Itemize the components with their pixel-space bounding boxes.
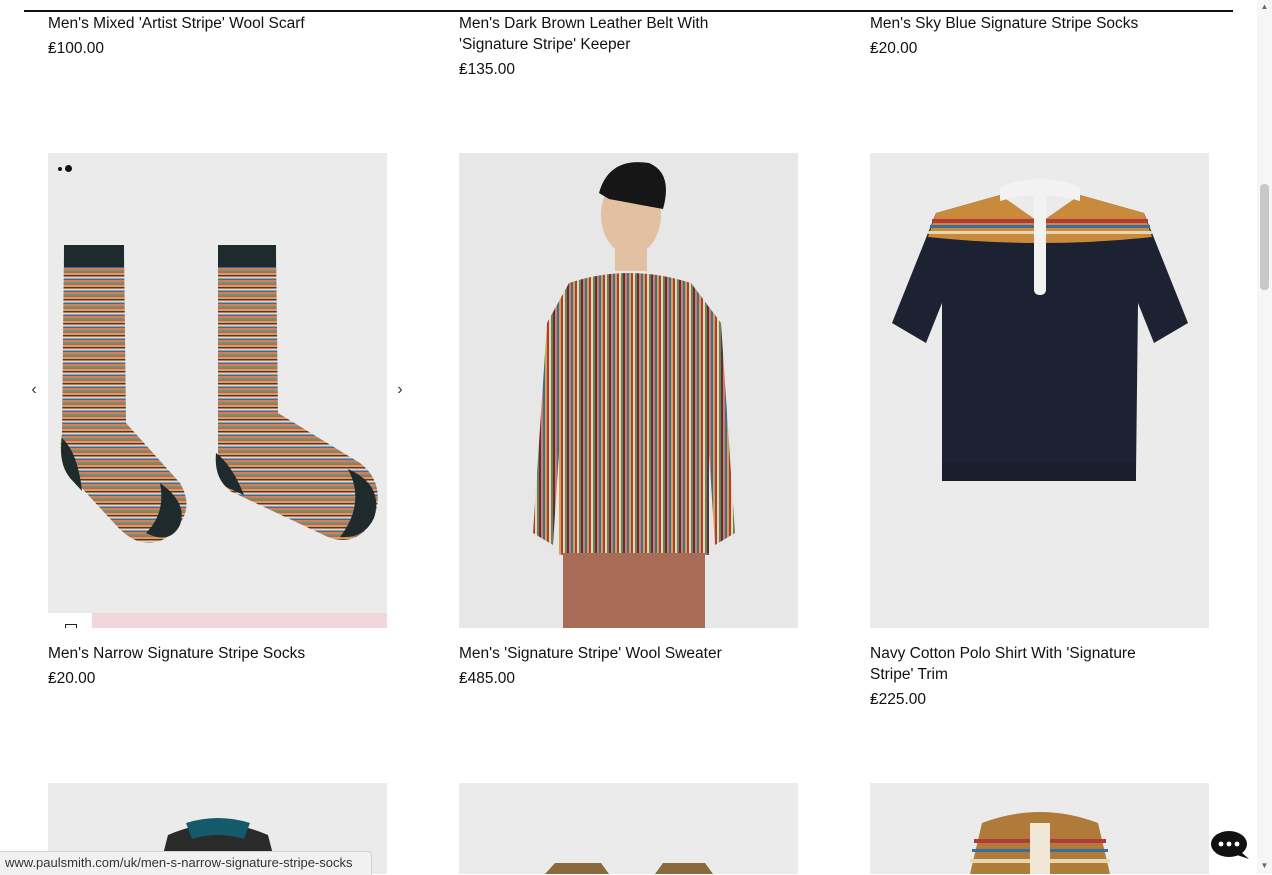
product-price: ₤485.00 <box>459 670 516 687</box>
product-image-row3-3[interactable] <box>870 783 1209 874</box>
product-price: ₤20.00 <box>870 40 918 57</box>
product-card[interactable]: Men's Sky Blue Signature Stripe Socks ₤2… <box>870 13 1209 59</box>
product-card[interactable]: Men's Mixed 'Artist Stripe' Wool Scarf ₤… <box>48 13 387 59</box>
striped-polo-image <box>970 812 1110 874</box>
product-image-polo[interactable] <box>870 153 1209 628</box>
product-card[interactable]: Men's Dark Brown Leather Belt With 'Sign… <box>459 13 798 80</box>
product-image-sweater[interactable] <box>459 153 798 628</box>
quick-add-bar[interactable] <box>48 613 387 628</box>
chevron-right-icon[interactable]: › <box>393 382 407 398</box>
scroll-up-icon[interactable]: ▲ <box>1260 2 1269 11</box>
chevron-left-icon[interactable]: ‹ <box>27 382 41 398</box>
product-name[interactable]: Men's Mixed 'Artist Stripe' Wool Scarf <box>48 13 387 34</box>
product-name[interactable]: Men's Narrow Signature Stripe Socks <box>48 643 387 664</box>
product-name[interactable]: Navy Cotton Polo Shirt With 'Signature S… <box>870 643 1170 685</box>
striped-socks-image <box>60 245 378 543</box>
chat-icon[interactable] <box>1211 830 1251 860</box>
product-price: ₤225.00 <box>870 691 927 708</box>
product-image-socks[interactable] <box>48 153 387 628</box>
status-bar-url: www.paulsmith.com/uk/men-s-narrow-signat… <box>0 851 372 875</box>
quick-add-panel[interactable] <box>92 613 387 628</box>
product-image-row3-2[interactable] <box>459 783 798 874</box>
carousel-dot[interactable] <box>58 166 62 171</box>
product-price: ₤135.00 <box>459 61 516 78</box>
scroll-down-icon[interactable]: ▼ <box>1260 861 1269 870</box>
product-price: ₤20.00 <box>48 670 96 687</box>
header-divider <box>24 10 1233 12</box>
add-to-bag-button[interactable] <box>48 613 92 628</box>
product-card[interactable]: Men's 'Signature Stripe' Wool Sweater ₤4… <box>459 643 798 689</box>
carousel-dot-active[interactable] <box>65 165 72 173</box>
bag-icon <box>65 624 77 628</box>
product-card[interactable]: Men's Narrow Signature Stripe Socks ₤20.… <box>48 643 387 689</box>
product-price: ₤100.00 <box>48 40 105 57</box>
product-name[interactable]: Men's Sky Blue Signature Stripe Socks <box>870 13 1209 34</box>
carousel-dots <box>58 160 72 178</box>
product-name[interactable]: Men's Dark Brown Leather Belt With 'Sign… <box>459 13 759 55</box>
product-name[interactable]: Men's 'Signature Stripe' Wool Sweater <box>459 643 798 664</box>
product-card[interactable]: Navy Cotton Polo Shirt With 'Signature S… <box>870 643 1209 710</box>
scrollbar-thumb[interactable] <box>1260 184 1269 290</box>
scrollbar-track[interactable] <box>1257 0 1272 874</box>
striped-sweater-image <box>459 153 798 628</box>
navy-polo-image <box>892 179 1188 481</box>
striped-item-image <box>545 863 713 874</box>
